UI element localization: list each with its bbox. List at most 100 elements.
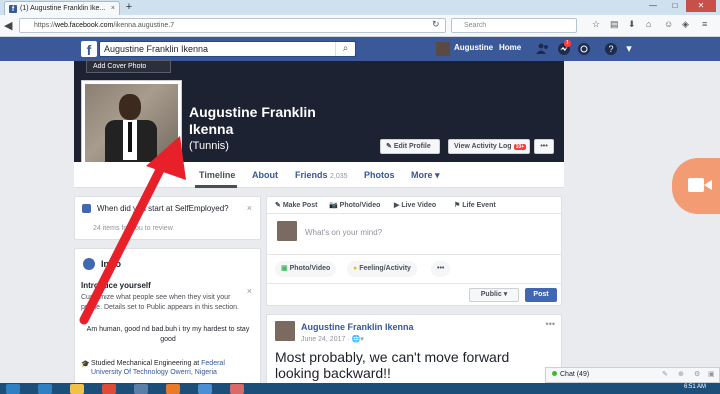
online-dot-icon [552, 371, 557, 376]
profile-name: Augustine Franklin Ikenna [189, 104, 316, 137]
tab-friends[interactable]: Friends 2,035 [295, 170, 348, 180]
facebook-search-input[interactable]: Augustine Franklin Ikenna [99, 41, 356, 57]
tab-close-icon[interactable]: × [111, 5, 115, 12]
post-button[interactable]: Post [525, 288, 557, 302]
tab-more[interactable]: More ▾ [411, 170, 440, 181]
globe-icon [83, 258, 95, 270]
url-domain: web.facebook.com [55, 22, 114, 29]
profile-question[interactable]: When did you start at SelfEmployed? [97, 204, 229, 213]
tab-about[interactable]: About [252, 170, 278, 180]
account-menu-icon[interactable]: ▾ [622, 42, 636, 56]
app-icon[interactable] [198, 384, 212, 394]
star-icon[interactable]: ☆ [592, 19, 600, 30]
search-icon[interactable]: ⌕ [335, 42, 355, 56]
chat-bar[interactable]: Chat (49) ✎ ⊕ ⚙ ▣ [545, 367, 720, 383]
home-icon[interactable]: ⌂ [646, 19, 651, 29]
app-icon[interactable] [134, 384, 148, 394]
profile-nickname: (Tunnis) [189, 140, 229, 152]
notification-badge: 1 [564, 40, 571, 47]
activity-log-badge: 10+ [513, 144, 527, 150]
chrome-icon[interactable] [102, 384, 116, 394]
avatar[interactable] [275, 321, 295, 341]
settings-icon[interactable]: ⚙ [694, 368, 700, 382]
cover-more-button[interactable]: ••• [534, 139, 554, 154]
start-icon[interactable] [6, 384, 20, 394]
make-post-label: Make Post [282, 202, 318, 209]
browser-menu-icon[interactable]: ≡ [702, 19, 707, 29]
intro-title: Intro [101, 259, 121, 269]
back-icon[interactable]: ◀ [4, 19, 12, 33]
post-date[interactable]: June 24, 2017 · 🌐▾ [301, 335, 364, 343]
maximize-button[interactable]: □ [664, 0, 686, 12]
facebook-logo[interactable]: f [81, 41, 97, 58]
video-record-button[interactable] [672, 158, 720, 214]
active-tab-indicator [195, 185, 237, 188]
tab-timeline[interactable]: Timeline [199, 170, 235, 180]
url-scheme: https:// [34, 22, 56, 29]
reading-list-icon[interactable]: ▤ [610, 19, 619, 30]
chat-label: Chat (49) [560, 371, 590, 378]
timeline-post: Augustine Franklin Ikenna June 24, 2017 … [266, 314, 562, 394]
activity-log-label: View Activity Log [454, 143, 512, 150]
reload-icon[interactable]: ↻ [432, 19, 440, 30]
status-input[interactable]: What's on your mind? [305, 228, 382, 237]
help-icon[interactable]: ? [604, 42, 618, 56]
tab-photos[interactable]: Photos [364, 170, 395, 180]
close-icon[interactable]: × [247, 203, 252, 213]
close-window-button[interactable]: ✕ [686, 0, 716, 12]
url-path: /ikenna.augustine.7 [113, 22, 175, 29]
profile-name-link[interactable]: Augustine [454, 43, 493, 52]
photo-video-pill[interactable]: ▣ Photo/Video [275, 261, 337, 277]
smiley-icon: ● [353, 265, 358, 272]
education-item: 🎓 Studied Mechanical Engineering at Feder… [81, 359, 255, 377]
add-cover-photo-button[interactable]: Add Cover Photo [86, 60, 171, 73]
edit-profile-label: Edit Profile [393, 143, 431, 150]
home-link[interactable]: Home [499, 43, 521, 52]
intro-card: Intro Introduce yourself × Customize wha… [74, 248, 261, 394]
edit-profile-button[interactable]: ✎ Edit Profile [380, 139, 440, 154]
more-options-pill[interactable]: ••• [431, 261, 451, 277]
explorer-icon[interactable] [70, 384, 84, 394]
browser-tab[interactable]: f (1) Augustine Franklin Ike... × [4, 1, 120, 15]
friend-requests-icon[interactable] [536, 42, 550, 56]
app-icon[interactable] [230, 384, 244, 394]
firefox-icon[interactable] [166, 384, 180, 394]
facebook-favicon: f [9, 4, 17, 13]
new-tab-button[interactable]: + [123, 2, 135, 13]
life-event-tab[interactable]: ⚑ Life Event [454, 201, 496, 209]
activity-log-button[interactable]: View Activity Log 10+ [448, 139, 530, 154]
photo-video-tab[interactable]: 📷 Photo/Video [329, 201, 380, 209]
minimize-button[interactable]: — [642, 0, 664, 12]
pocket-icon[interactable]: ◈ [682, 19, 689, 30]
hide-sidebar-icon[interactable]: ▣ [708, 368, 715, 382]
globe-icon[interactable] [577, 42, 591, 56]
compose-icon[interactable]: ✎ [662, 368, 668, 382]
avatar[interactable] [436, 42, 450, 56]
ie-icon[interactable] [38, 384, 52, 394]
browser-search-input[interactable]: Search [451, 18, 577, 33]
briefcase-icon [82, 204, 91, 213]
new-group-icon[interactable]: ⊕ [678, 368, 684, 382]
post-author[interactable]: Augustine Franklin Ikenna [301, 322, 414, 332]
live-video-label: Live Video [401, 202, 437, 209]
feeling-activity-pill[interactable]: ● Feeling/Activity [347, 261, 417, 277]
url-bar[interactable]: https://web.facebook.com/ikenna.augustin… [19, 18, 446, 33]
intro-description: Customize what people see when they visi… [81, 294, 239, 311]
svg-text:?: ? [608, 44, 613, 54]
make-post-tab[interactable]: ✎ Make Post [275, 201, 317, 209]
intro-heading: Introduce yourself [81, 281, 151, 290]
emoji-icon[interactable]: ☺ [664, 19, 673, 29]
privacy-selector[interactable]: Public ▾ [469, 288, 519, 302]
feeling-activity-label: Feeling/Activity [359, 265, 411, 272]
download-icon[interactable]: ⬇ [628, 19, 636, 30]
bio-text[interactable]: Am human, good nd bad.buh i try my harde… [81, 325, 255, 345]
graduation-cap-icon: 🎓 [81, 361, 90, 368]
live-video-tab[interactable]: ▶ Live Video [394, 201, 436, 209]
avatar [277, 221, 297, 241]
review-items-link[interactable]: 24 items for you to review [93, 225, 173, 232]
photo-icon: ▣ [281, 265, 288, 272]
post-options-button[interactable]: ••• [546, 319, 555, 329]
tab-title: (1) Augustine Franklin Ike... [20, 5, 106, 12]
system-clock: 6:51 AM [684, 384, 707, 390]
life-event-label: Life Event [462, 202, 496, 209]
